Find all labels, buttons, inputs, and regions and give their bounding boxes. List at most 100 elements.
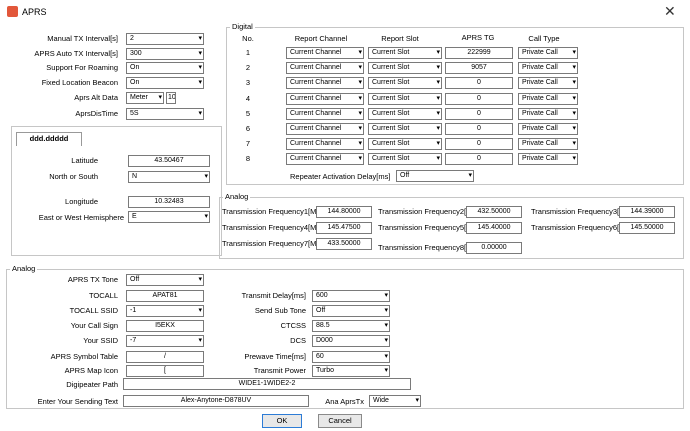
chevron-down-icon: ▾ (415, 397, 419, 404)
report-slot-select[interactable]: Current Slot ▾ (368, 47, 442, 59)
analog-left-label: APRS TX Tone (67, 275, 118, 284)
chevron-down-icon: ▾ (384, 367, 388, 374)
report-slot-select[interactable]: Current Slot ▾ (368, 153, 442, 166)
tab-ddd-ddddd[interactable]: ddd.ddddd (16, 132, 82, 146)
aprs-tg-input[interactable]: 222999 (445, 47, 513, 59)
frequency-input[interactable]: 145.47500 (316, 222, 372, 234)
aprs-tg-input[interactable]: 0 (445, 92, 513, 105)
call-type-select[interactable]: Private Call ▾ (518, 153, 578, 166)
report-channel-select[interactable]: Current Channel ▾ (286, 123, 364, 135)
digipeater-path-input[interactable]: WIDE1-1WIDE2-2 (123, 378, 411, 390)
aprs-tg-input[interactable]: 0 (445, 123, 513, 135)
chevron-down-icon: ▾ (198, 35, 202, 42)
general-label-5: AprsDisTime (75, 109, 118, 118)
analog-left-input[interactable]: APAT81 (126, 290, 204, 302)
report-channel-select[interactable]: Current Channel ▾ (286, 47, 364, 59)
analog-left-input[interactable]: [ (126, 365, 204, 377)
general-label-1: APRS Auto TX Interval[s] (34, 49, 118, 58)
frequency-input[interactable]: 0.00000 (466, 242, 522, 254)
aprs-dialog: APRS ✕ Manual TX Interval[s] 2 ▾ APRS Auto … (0, 0, 690, 431)
chevron-down-icon: ▾ (384, 337, 388, 344)
general-select-2[interactable]: On ▾ (126, 62, 204, 74)
call-type-select[interactable]: Private Call ▾ (518, 138, 578, 151)
aprs-tg-input[interactable]: 9057 (445, 62, 513, 75)
analog-right-select[interactable]: 88.5 ▾ (312, 320, 390, 332)
analog-left-select[interactable]: -7 ▾ (126, 335, 204, 347)
frequency-label: Transmission Frequency1[MHz] (222, 207, 328, 216)
report-channel-select[interactable]: Current Channel ▾ (286, 92, 364, 105)
call-type-select[interactable]: Private Call ▾ (518, 62, 578, 75)
frequency-input[interactable]: 145.40000 (466, 222, 522, 234)
digital-row-no: 8 (245, 154, 251, 164)
digital-row-no: 5 (245, 108, 251, 118)
sending-text-input[interactable]: Alex-Anytone-D878UV (123, 395, 309, 407)
call-type-select[interactable]: Private Call ▾ (518, 92, 578, 105)
analog-right-select[interactable]: D000 ▾ (312, 335, 390, 347)
report-slot-select[interactable]: Current Slot ▾ (368, 138, 442, 151)
analog-right-select[interactable]: 60 ▾ (312, 351, 390, 363)
chevron-down-icon: ▾ (572, 155, 576, 163)
cancel-button[interactable]: Cancel (318, 414, 362, 428)
north-south-select[interactable]: N ▾ (128, 171, 210, 183)
ana-aprstx-label: Ana AprsTx (325, 397, 364, 406)
analog-left-label: Your SSID (83, 336, 118, 345)
aprs-tg-input[interactable]: 0 (445, 107, 513, 120)
general-select-1[interactable]: 300 ▾ (126, 48, 204, 60)
latitude-input[interactable]: 43.50467 (128, 155, 210, 167)
frequency-input[interactable]: 144.39000 (619, 206, 675, 218)
report-channel-select[interactable]: Current Channel ▾ (286, 107, 364, 120)
chevron-down-icon: ▾ (158, 94, 162, 101)
analog-right-select[interactable]: Off ▾ (312, 305, 390, 317)
digital-row-no: 6 (245, 124, 251, 133)
report-slot-select[interactable]: Current Slot ▾ (368, 107, 442, 120)
frequency-input[interactable]: 433.50000 (316, 238, 372, 250)
call-type-select[interactable]: Private Call ▾ (518, 47, 578, 59)
report-channel-select[interactable]: Current Channel ▾ (286, 77, 364, 90)
aprs-tg-input[interactable]: 0 (445, 77, 513, 90)
east-west-select[interactable]: E ▾ (128, 211, 210, 223)
close-icon[interactable]: ✕ (664, 3, 676, 19)
analog-right-select[interactable]: 600 ▾ (312, 290, 390, 302)
analog-left-input[interactable]: / (126, 351, 204, 363)
chevron-down-icon: ▾ (358, 64, 362, 72)
report-channel-select[interactable]: Current Channel ▾ (286, 62, 364, 75)
frequency-input[interactable]: 145.50000 (619, 222, 675, 234)
report-channel-select[interactable]: Current Channel ▾ (286, 153, 364, 166)
call-type-select[interactable]: Private Call ▾ (518, 123, 578, 135)
analog-left-select[interactable]: Off ▾ (126, 274, 204, 286)
aprs-app-icon (7, 6, 18, 17)
frequency-group-title: Analog (223, 192, 251, 201)
east-west-label: East or West Hemisphere (38, 213, 124, 222)
longitude-input[interactable]: 10.32483 (128, 196, 210, 208)
chevron-down-icon: ▾ (198, 64, 202, 71)
analog-right-label: DCS (290, 336, 306, 345)
repeater-delay-select[interactable]: Off ▾ (396, 170, 474, 182)
digital-group-title: Digital (230, 22, 255, 31)
call-type-select[interactable]: Private Call ▾ (518, 77, 578, 90)
report-slot-select[interactable]: Current Slot ▾ (368, 123, 442, 135)
general-select-0[interactable]: 2 ▾ (126, 33, 204, 45)
chevron-down-icon: ▾ (436, 155, 440, 163)
call-type-select[interactable]: Private Call ▾ (518, 107, 578, 120)
digital-row-no: 3 (245, 78, 251, 88)
aprs-tg-input[interactable]: 0 (445, 138, 513, 151)
general-select-4[interactable]: Meter ▾ (126, 92, 164, 104)
report-channel-select[interactable]: Current Channel ▾ (286, 138, 364, 151)
ana-aprstx-select[interactable]: Wide ▾ (369, 395, 421, 407)
report-slot-select[interactable]: Current Slot ▾ (368, 92, 442, 105)
analog-right-select[interactable]: Turbo ▾ (312, 365, 390, 377)
ok-button[interactable]: OK (262, 414, 302, 428)
report-slot-select[interactable]: Current Slot ▾ (368, 77, 442, 90)
frequency-input[interactable]: 144.80000 (316, 206, 372, 218)
analog-left-input[interactable]: I5EKX (126, 320, 204, 332)
analog-left-select[interactable]: -1 ▾ (126, 305, 204, 317)
report-slot-select[interactable]: Current Slot ▾ (368, 62, 442, 75)
analog-right-label: Prewave Time[ms] (244, 352, 306, 361)
general-select-5[interactable]: 5S ▾ (126, 108, 204, 120)
frequency-input[interactable]: 432.50000 (466, 206, 522, 218)
general-extra-input-4[interactable]: 10 (166, 92, 176, 104)
general-select-3[interactable]: On ▾ (126, 77, 204, 89)
aprs-tg-input[interactable]: 0 (445, 153, 513, 166)
latitude-label: Latitude (71, 156, 98, 165)
header-no: No. (242, 34, 254, 43)
